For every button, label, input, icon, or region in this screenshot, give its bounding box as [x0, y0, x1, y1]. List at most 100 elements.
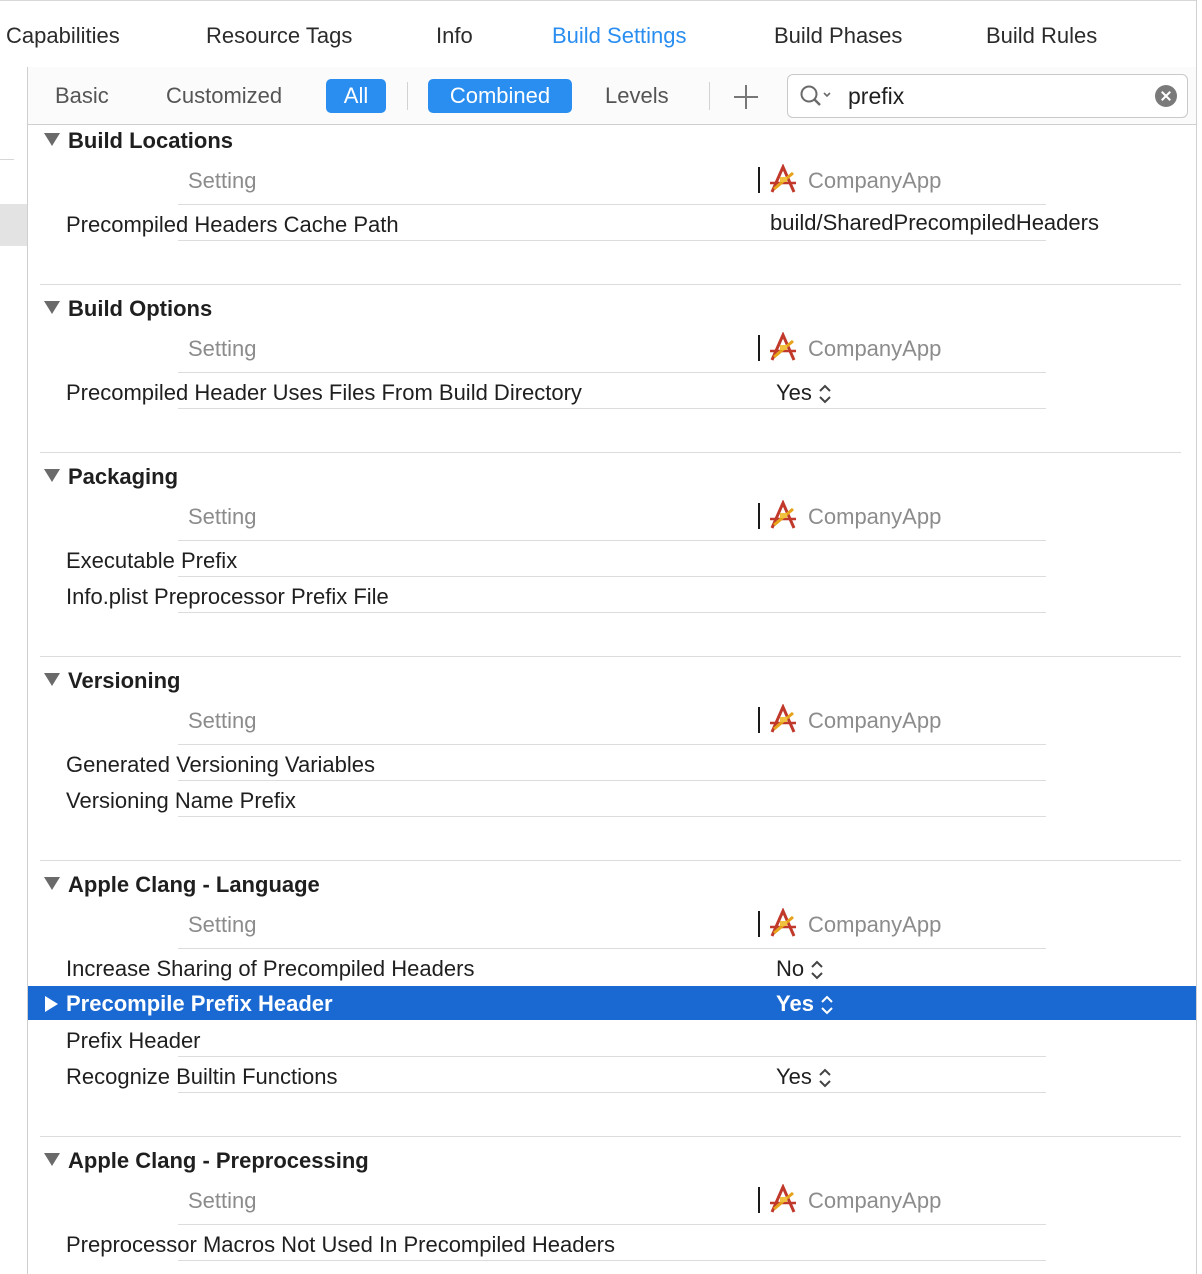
setting-value[interactable]: build/SharedPrecompiledHeaders	[770, 210, 1099, 236]
setting-column-header: Setting	[188, 1188, 257, 1213]
disclosure-triangle-icon[interactable]	[45, 996, 58, 1012]
combined-view-button[interactable]: Combined	[428, 79, 572, 113]
target-column-header: CompanyApp	[808, 912, 942, 937]
setting-column-header: Setting	[188, 168, 257, 193]
up-down-arrows-icon	[818, 1069, 831, 1088]
up-down-arrows-icon	[811, 961, 824, 980]
selected-setting-row[interactable]: Precompile Prefix Header Yes	[28, 986, 1196, 1020]
section-title-build-options: Build Options	[68, 296, 213, 321]
setting-column-header: Setting	[188, 336, 257, 361]
up-down-arrows-icon	[818, 385, 831, 404]
setting-label[interactable]: Precompiled Header Uses Files From Build…	[66, 380, 582, 406]
toolbar-separator	[407, 82, 408, 110]
row-divider	[178, 816, 1046, 817]
app-target-icon	[768, 909, 798, 938]
app-target-icon	[768, 705, 798, 734]
row-divider	[178, 780, 1046, 781]
setting-column-header: Setting	[188, 912, 257, 937]
column-divider	[758, 911, 760, 937]
row-divider	[178, 948, 1046, 949]
app-target-icon	[768, 1185, 798, 1214]
row-divider	[178, 540, 1046, 541]
setting-value: Yes	[776, 1064, 812, 1089]
filter-all-button[interactable]: All	[326, 79, 386, 113]
app-target-icon	[768, 333, 798, 362]
setting-value-popup[interactable]: Yes	[776, 380, 832, 406]
setting-label[interactable]: Info.plist Preprocessor Prefix File	[66, 584, 389, 610]
row-divider	[178, 1056, 1046, 1057]
section-separator	[40, 1136, 1181, 1137]
disclosure-triangle-icon[interactable]	[44, 1153, 60, 1166]
setting-value-popup[interactable]: Yes	[776, 991, 834, 1017]
section-title-build-locations: Build Locations	[68, 128, 233, 153]
selected-target-item[interactable]	[0, 204, 27, 246]
editor-tab-bar: Capabilities Resource Tags Info Build Se…	[0, 0, 1197, 68]
disclosure-triangle-icon[interactable]	[44, 469, 60, 482]
column-divider	[758, 335, 760, 361]
row-divider	[178, 372, 1046, 373]
levels-view-button[interactable]: Levels	[605, 83, 669, 109]
tab-capabilities[interactable]: Capabilities	[6, 23, 120, 49]
row-divider	[178, 240, 1046, 241]
plus-icon[interactable]	[734, 85, 758, 109]
section-separator	[40, 860, 1181, 861]
setting-label[interactable]: Executable Prefix	[66, 548, 237, 574]
search-input[interactable]	[846, 79, 1150, 113]
tab-info[interactable]: Info	[436, 23, 473, 49]
setting-column-header: Setting	[188, 504, 257, 529]
row-divider	[178, 408, 1046, 409]
section-separator	[40, 656, 1181, 657]
row-divider	[178, 612, 1046, 613]
row-divider	[178, 744, 1046, 745]
tab-build-phases[interactable]: Build Phases	[774, 23, 902, 49]
setting-label[interactable]: Prefix Header	[66, 1028, 201, 1054]
setting-label[interactable]: Versioning Name Prefix	[66, 788, 296, 814]
tab-build-settings[interactable]: Build Settings	[552, 23, 687, 49]
column-divider	[758, 167, 760, 193]
section-title-clang-preprocessing: Apple Clang - Preprocessing	[68, 1148, 369, 1173]
section-separator	[40, 452, 1181, 453]
setting-column-header: Setting	[188, 708, 257, 733]
row-divider	[178, 1092, 1046, 1093]
target-column-header: CompanyApp	[808, 168, 942, 193]
setting-value: Yes	[776, 991, 814, 1016]
row-divider	[178, 1260, 1046, 1261]
setting-label[interactable]: Precompile Prefix Header	[66, 991, 333, 1017]
target-column-header: CompanyApp	[808, 336, 942, 361]
search-field[interactable]	[787, 74, 1188, 118]
setting-label[interactable]: Preprocessor Macros Not Used In Precompi…	[66, 1232, 615, 1258]
row-divider	[178, 576, 1046, 577]
app-target-icon	[768, 165, 798, 194]
setting-label[interactable]: Generated Versioning Variables	[66, 752, 375, 778]
up-down-arrows-icon	[820, 996, 833, 1015]
column-divider	[758, 1187, 760, 1213]
window-edge	[1196, 0, 1197, 1274]
magnifier-icon[interactable]	[800, 85, 834, 107]
column-divider	[758, 503, 760, 529]
section-title-clang-language: Apple Clang - Language	[68, 872, 320, 897]
build-settings-filter-bar: Basic Customized All Combined Levels	[28, 67, 1196, 125]
disclosure-triangle-icon[interactable]	[44, 133, 60, 146]
disclosure-triangle-icon[interactable]	[44, 673, 60, 686]
target-list-strip	[0, 67, 28, 1274]
target-column-header: CompanyApp	[808, 1188, 942, 1213]
column-divider	[758, 707, 760, 733]
section-title-versioning: Versioning	[68, 668, 181, 693]
toolbar-separator	[709, 82, 710, 110]
setting-label[interactable]: Increase Sharing of Precompiled Headers	[66, 956, 474, 982]
tab-resource-tags[interactable]: Resource Tags	[206, 23, 352, 49]
row-divider	[178, 1224, 1046, 1225]
setting-value-popup[interactable]: No	[776, 956, 824, 982]
disclosure-triangle-icon[interactable]	[44, 877, 60, 890]
clear-icon[interactable]	[1155, 85, 1177, 107]
target-column-header: CompanyApp	[808, 504, 942, 529]
target-column-header: CompanyApp	[808, 708, 942, 733]
setting-label[interactable]: Recognize Builtin Functions	[66, 1064, 337, 1090]
tab-build-rules[interactable]: Build Rules	[986, 23, 1097, 49]
disclosure-triangle-icon[interactable]	[44, 301, 60, 314]
filter-basic-button[interactable]: Basic	[55, 83, 109, 109]
filter-customized-button[interactable]: Customized	[166, 83, 282, 109]
setting-label[interactable]: Precompiled Headers Cache Path	[66, 212, 399, 238]
section-separator	[40, 284, 1181, 285]
setting-value-popup[interactable]: Yes	[776, 1064, 832, 1090]
